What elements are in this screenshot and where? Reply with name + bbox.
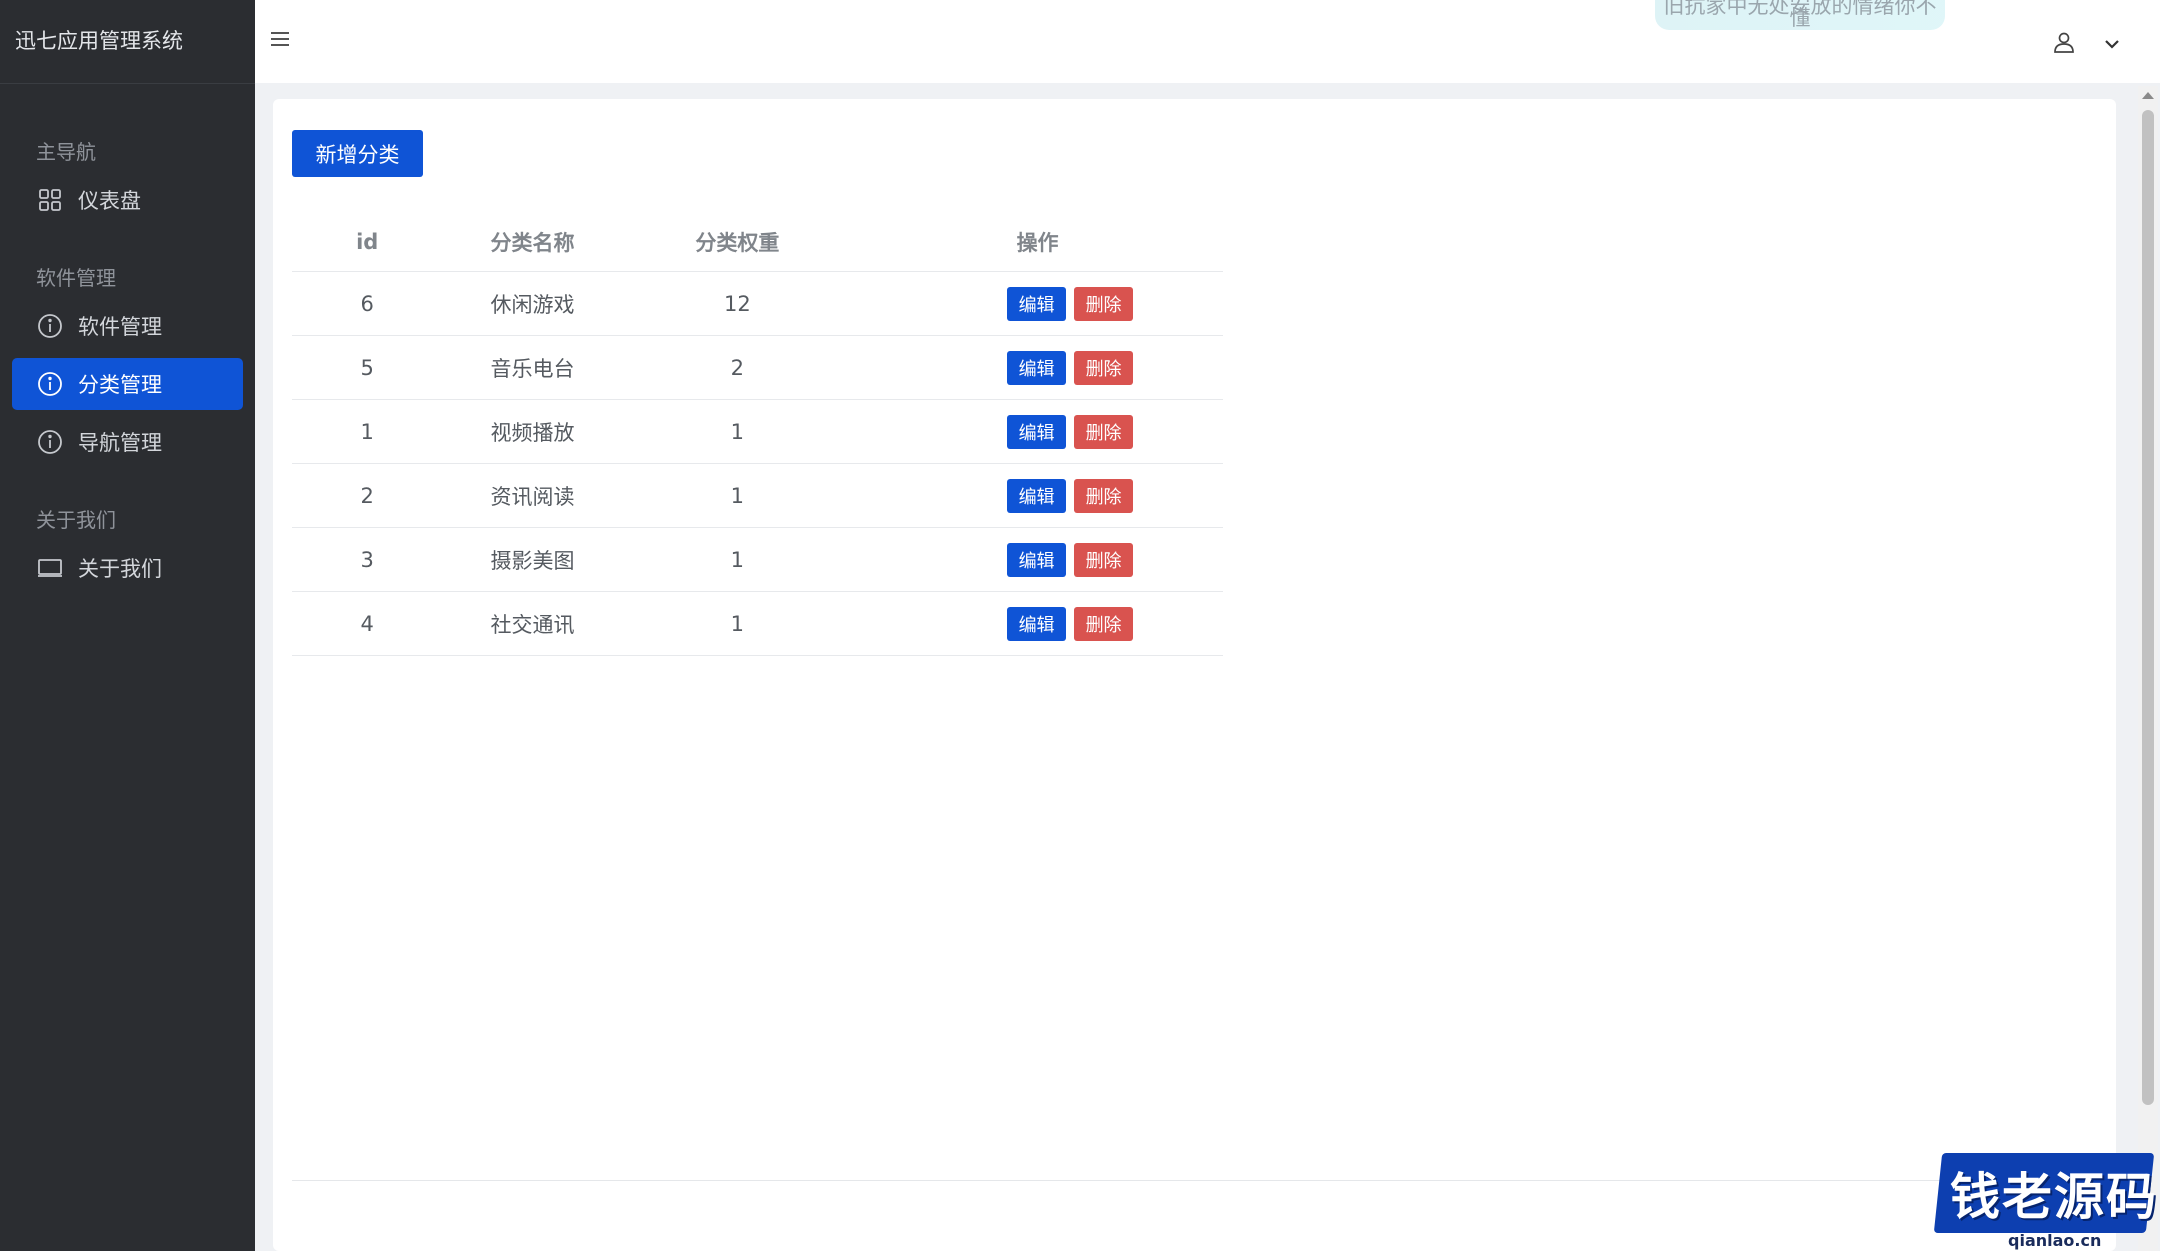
grid-icon	[36, 186, 64, 214]
column-header-weight: 分类权重	[622, 212, 853, 272]
cell-id: 5	[292, 335, 443, 400]
page-scrollbar[interactable]	[2138, 86, 2158, 1251]
sidebar-item-dashboard[interactable]: 仪表盘	[12, 174, 243, 226]
sidebar-item-navigation[interactable]: 导航管理	[12, 416, 243, 468]
cell-name: 休闲游戏	[442, 271, 623, 336]
edit-button[interactable]: 编辑	[1007, 286, 1067, 321]
delete-button[interactable]: 删除	[1074, 350, 1134, 385]
cell-id: 1	[292, 399, 443, 464]
cell-actions: 编辑 删除	[852, 591, 1223, 656]
cell-name: 视频播放	[442, 399, 623, 464]
cell-id: 2	[292, 463, 443, 528]
delete-button[interactable]: 删除	[1074, 286, 1134, 321]
cell-name: 音乐电台	[442, 335, 623, 400]
edit-button[interactable]: 编辑	[1007, 606, 1067, 641]
monitor-icon	[36, 554, 64, 582]
delete-button[interactable]: 删除	[1074, 478, 1134, 513]
scroll-up-arrow[interactable]	[2142, 92, 2154, 99]
nav-group-software: 软件管理	[36, 266, 116, 290]
cell-name: 社交通讯	[442, 591, 623, 656]
table-row: 3 摄影美图 1 编辑 删除	[292, 527, 1223, 592]
cell-weight: 1	[622, 591, 853, 656]
column-header-actions: 操作	[852, 212, 1223, 272]
app-title: 迅七应用管理系统	[0, 0, 255, 84]
cell-actions: 编辑 删除	[852, 463, 1223, 528]
sidebar: 迅七应用管理系统 主导航 仪表盘 软件管理 软件管理 分类管理 导航管理 关于我…	[0, 0, 255, 1251]
table-header-row: id 分类名称 分类权重 操作	[292, 212, 1223, 272]
sidebar-item-label: 软件管理	[78, 315, 162, 339]
sidebar-item-category[interactable]: 分类管理	[12, 358, 243, 410]
table-row: 2 资讯阅读 1 编辑 删除	[292, 463, 1223, 528]
user-icon[interactable]	[2052, 30, 2078, 56]
marquee-banner: 旧抗家中无处安放的情绪你不懂	[1655, 0, 1945, 30]
delete-button[interactable]: 删除	[1074, 414, 1134, 449]
category-table: id 分类名称 分类权重 操作 6 休闲游戏 12 编辑 删除 5 音乐电台 2	[292, 212, 1223, 656]
column-header-id: id	[292, 212, 443, 272]
nav-group-main: 主导航	[36, 140, 96, 164]
cell-id: 3	[292, 527, 443, 592]
add-category-button[interactable]: 新增分类	[292, 130, 423, 177]
topbar: 旧抗家中无处安放的情绪你不懂	[255, 0, 2160, 83]
scroll-thumb[interactable]	[2142, 110, 2154, 1105]
table-row: 4 社交通讯 1 编辑 删除	[292, 591, 1223, 656]
cell-actions: 编辑 删除	[852, 399, 1223, 464]
sidebar-item-label: 分类管理	[78, 373, 162, 397]
content-panel: 新增分类 id 分类名称 分类权重 操作 6 休闲游戏 12 编辑 删除 5 音…	[273, 99, 2116, 1251]
table-row: 5 音乐电台 2 编辑 删除	[292, 335, 1223, 400]
cell-id: 4	[292, 591, 443, 656]
edit-button[interactable]: 编辑	[1007, 414, 1067, 449]
sidebar-item-label: 导航管理	[78, 431, 162, 455]
edit-button[interactable]: 编辑	[1007, 542, 1067, 577]
table-row: 1 视频播放 1 编辑 删除	[292, 399, 1223, 464]
column-header-name: 分类名称	[442, 212, 623, 272]
sidebar-item-about[interactable]: 关于我们	[12, 542, 243, 594]
sidebar-item-software[interactable]: 软件管理	[12, 300, 243, 352]
edit-button[interactable]: 编辑	[1007, 350, 1067, 385]
cell-actions: 编辑 删除	[852, 271, 1223, 336]
panel-footer-divider	[292, 1180, 2116, 1181]
cell-name: 摄影美图	[442, 527, 623, 592]
cell-weight: 2	[622, 335, 853, 400]
info-circle-icon	[36, 428, 64, 456]
menu-toggle-icon[interactable]	[270, 30, 292, 52]
watermark-logo: 钱老源码 qianlao.cn	[1933, 1145, 2160, 1251]
info-circle-icon	[36, 312, 64, 340]
cell-weight: 1	[622, 399, 853, 464]
chevron-down-icon[interactable]	[2104, 35, 2122, 49]
info-circle-icon	[36, 370, 64, 398]
edit-button[interactable]: 编辑	[1007, 478, 1067, 513]
watermark-logo-text: 钱老源码	[1950, 1168, 2158, 1226]
sidebar-item-label: 关于我们	[78, 557, 162, 581]
watermark-url: qianlao.cn	[2008, 1231, 2102, 1250]
cell-actions: 编辑 删除	[852, 527, 1223, 592]
cell-id: 6	[292, 271, 443, 336]
delete-button[interactable]: 删除	[1074, 542, 1134, 577]
delete-button[interactable]: 删除	[1074, 606, 1134, 641]
cell-actions: 编辑 删除	[852, 335, 1223, 400]
nav-group-about: 关于我们	[36, 508, 116, 532]
sidebar-item-label: 仪表盘	[78, 189, 141, 213]
cell-weight: 12	[622, 271, 853, 336]
cell-name: 资讯阅读	[442, 463, 623, 528]
cell-weight: 1	[622, 463, 853, 528]
table-row: 6 休闲游戏 12 编辑 删除	[292, 271, 1223, 336]
cell-weight: 1	[622, 527, 853, 592]
